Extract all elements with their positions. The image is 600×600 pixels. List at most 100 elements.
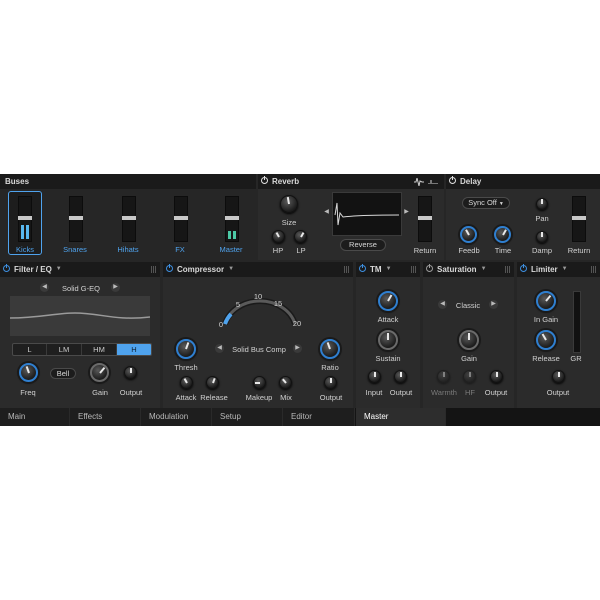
limiter-output-knob[interactable] [552,370,565,383]
bus-snares-label[interactable]: Snares [58,245,92,254]
comp-ratio-knob[interactable] [320,339,340,359]
reverb-impulse-display[interactable] [332,192,402,236]
limiter-in-gain-knob[interactable] [536,291,556,311]
tm-output-knob[interactable] [394,370,407,383]
tm-power-icon[interactable] [359,263,366,272]
reverb-power-icon[interactable] [261,175,268,184]
drag-handle-icon[interactable] [411,266,417,273]
bus-fx-label[interactable]: FX [163,245,197,254]
drag-handle-icon[interactable] [344,266,350,273]
reverb-hp-knob[interactable] [272,230,285,243]
tm-sustain-knob[interactable] [378,330,398,350]
buses-panel: Buses Kicks Snares Hihats FX Master [0,174,256,260]
comp-prev-arrow[interactable]: ◀ [215,344,224,353]
comp-makeup-knob[interactable] [253,376,266,389]
tab-main[interactable]: Main [0,408,70,426]
delay-time-knob[interactable] [494,226,511,243]
comp-scale-15: 15 [273,299,283,308]
waveform-icon[interactable] [414,178,424,186]
reverb-settings-icon[interactable] [428,178,438,186]
tm-header: TM ▼ [356,262,420,277]
bus-fx-fader[interactable] [174,196,188,242]
tm-input-knob[interactable] [368,370,381,383]
reverb-reverse-button[interactable]: Reverse [340,239,386,251]
bus-hihats-label[interactable]: Hihats [111,245,145,254]
reverb-size-knob[interactable] [280,195,298,213]
saturation-hf-label: HF [465,388,475,397]
impulse-curve [334,202,400,226]
limiter-gr-label: GR [570,354,582,363]
limiter-power-icon[interactable] [520,263,527,272]
comp-attack-knob[interactable] [180,376,193,389]
comp-mix-knob[interactable] [279,376,292,389]
tm-title: TM ▼ [370,262,392,277]
bus-hihats-fader[interactable] [122,196,136,242]
comp-scale-20: 20 [292,319,302,328]
drag-handle-icon[interactable] [151,266,157,273]
tab-master[interactable]: Master [356,408,446,426]
delay-damp-knob[interactable] [536,231,548,243]
comp-makeup-label: Makeup [245,393,273,402]
filter-output-knob[interactable] [124,366,137,379]
delay-pan-knob[interactable] [536,198,548,210]
tab-modulation[interactable]: Modulation [141,408,212,426]
saturation-output-knob[interactable] [490,370,503,383]
delay-title: Delay [460,177,482,186]
eq-band-lm[interactable]: LM [47,344,82,355]
drag-handle-icon[interactable] [591,266,597,273]
comp-output-knob[interactable] [324,376,337,389]
compressor-title: Compressor ▼ [177,262,234,277]
bus-master-label[interactable]: Master [214,245,248,254]
filter-prev-arrow[interactable]: ◀ [40,283,49,292]
chevron-down-icon: ▼ [498,201,504,207]
tab-effects[interactable]: Effects [70,408,141,426]
comp-release-knob[interactable] [206,376,219,389]
eq-curve-display[interactable] [9,296,151,336]
compressor-power-icon[interactable] [166,263,173,272]
reverb-prev-arrow[interactable]: ◀ [322,208,331,217]
chevron-down-icon: ▼ [55,266,62,272]
saturation-power-icon[interactable] [426,263,433,272]
filter-gain-knob[interactable] [90,363,109,382]
limiter-title: Limiter ▼ [531,262,568,277]
drag-handle-icon[interactable] [505,266,511,273]
comp-next-arrow[interactable]: ▶ [293,344,302,353]
delay-pan-label: Pan [535,214,549,223]
delay-feedback-knob[interactable] [460,226,477,243]
delay-return-fader[interactable] [572,196,586,242]
tm-attack-knob[interactable] [378,291,398,311]
bus-kicks-fader[interactable] [18,196,32,242]
eq-band-hm[interactable]: HM [82,344,117,355]
saturation-header: Saturation ▼ [423,262,514,277]
filter-freq-knob[interactable] [19,363,38,382]
tab-editor[interactable]: Editor [283,408,355,426]
tab-setup[interactable]: Setup [212,408,283,426]
limiter-gr-meter [573,291,581,353]
delay-feedback-label: Feedb [458,246,480,255]
comp-attack-label: Attack [175,393,197,402]
delay-power-icon[interactable] [449,175,456,184]
reverb-return-fader[interactable] [418,196,432,242]
reverb-lp-knob[interactable] [294,230,307,243]
saturation-hf-knob[interactable] [463,370,476,383]
saturation-warmth-knob[interactable] [437,370,450,383]
reverb-next-arrow[interactable]: ▶ [402,208,411,217]
bus-snares-fader[interactable] [69,196,83,242]
filter-power-icon[interactable] [3,263,10,272]
bus-master-fader[interactable] [225,196,239,242]
limiter-release-knob[interactable] [536,330,556,350]
delay-time-label: Time [494,246,512,255]
delay-sync-dropdown[interactable]: Sync Off ▼ [462,197,510,209]
bottom-tab-bar: Main Effects Modulation Setup Editor Mas… [0,408,600,426]
eq-band-l[interactable]: L [13,344,47,355]
saturation-prev-arrow[interactable]: ◀ [438,300,447,309]
chevron-down-icon: ▼ [561,266,568,272]
filter-bell-button[interactable]: Bell [50,368,76,379]
eq-band-h[interactable]: H [117,344,151,355]
saturation-next-arrow[interactable]: ▶ [489,300,498,309]
chevron-down-icon: ▼ [385,266,392,272]
filter-next-arrow[interactable]: ▶ [111,283,120,292]
comp-thresh-knob[interactable] [176,339,196,359]
filter-preset-label: Solid G-EQ [62,284,100,293]
saturation-gain-knob[interactable] [459,330,479,350]
